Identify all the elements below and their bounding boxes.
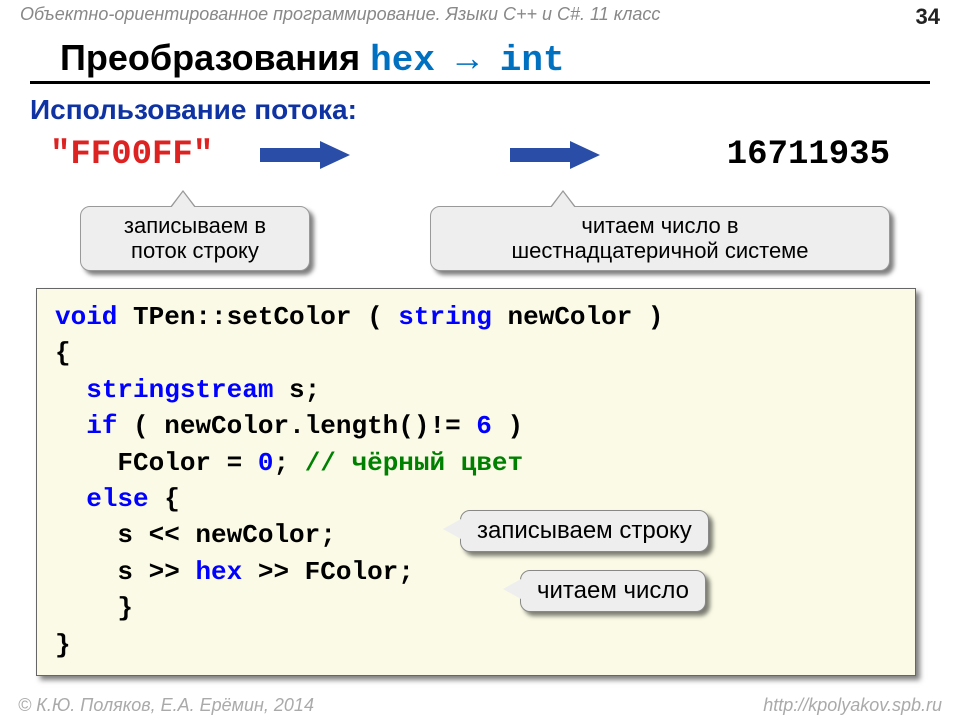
callout-line: шестнадцатеричной системе: [511, 238, 808, 263]
callout-line: записываем в: [124, 213, 266, 238]
title-int: int: [500, 40, 565, 81]
callout-read-hex: читаем число в шестнадцатеричной системе: [430, 206, 890, 271]
callout-text: читаем число: [537, 577, 689, 604]
code-line: FColor = 0; // чёрный цвет: [55, 445, 897, 481]
code-line: {: [55, 335, 897, 371]
int-value: 16711935: [727, 136, 890, 174]
callout-read-number: читаем число: [520, 570, 706, 612]
code-line: }: [55, 627, 897, 663]
code-line: void TPen::setColor ( string newColor ): [55, 299, 897, 335]
arrow-icon: [510, 142, 600, 170]
code-line: }: [55, 590, 897, 626]
callout-write-string: записываем строку: [460, 510, 709, 552]
code-line: stringstream s;: [55, 372, 897, 408]
callout-line: поток строку: [131, 238, 259, 263]
footer-url: http://kpolyakov.spb.ru: [763, 695, 942, 716]
title-arrow: →: [435, 40, 500, 81]
arrow-icon: [260, 142, 350, 170]
footer-author: © К.Ю. Поляков, Е.А. Ерёмин, 2014: [18, 695, 314, 716]
subtitle: Использование потока:: [0, 88, 960, 130]
slide-header: Объектно-ориентированное программировани…: [0, 0, 960, 25]
callout-line: читаем число в: [581, 213, 738, 238]
slide-footer: © К.Ю. Поляков, Е.А. Ерёмин, 2014 http:/…: [18, 695, 942, 716]
title-hex: hex: [370, 40, 435, 81]
code-line: if ( newColor.length()!= 6 ): [55, 408, 897, 444]
code-line: s >> hex >> FColor;: [55, 554, 897, 590]
slide-title: Преобразования hex → int: [30, 25, 930, 84]
title-text: Преобразования: [60, 37, 370, 78]
hex-literal: "FF00FF": [50, 136, 213, 174]
code-block: void TPen::setColor ( string newColor ) …: [36, 288, 916, 676]
conversion-row: "FF00FF" 16711935: [30, 130, 930, 190]
callout-text: записываем строку: [477, 517, 692, 544]
callout-write-stream: записываем в поток строку: [80, 206, 310, 271]
page-number: 34: [916, 4, 940, 30]
